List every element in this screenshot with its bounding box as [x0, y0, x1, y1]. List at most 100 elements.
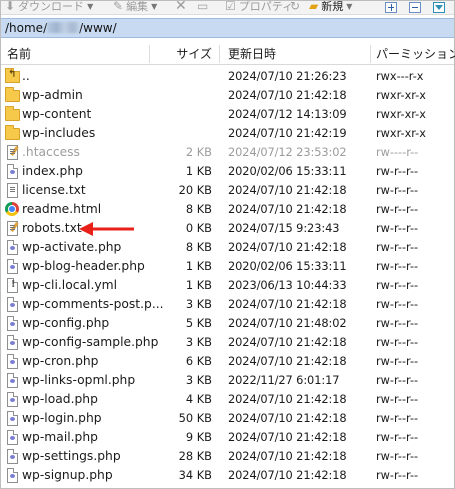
file-permissions: rwxr-xr-x	[376, 127, 426, 140]
file-size: 6 KB	[185, 354, 212, 368]
delete-button[interactable]: ✕	[175, 1, 190, 14]
file-row[interactable]: ..2024/07/10 21:26:23rwx---r-x	[1, 67, 454, 86]
file-size: 20 KB	[178, 183, 212, 197]
column-name[interactable]: 名前	[7, 43, 31, 65]
path-bar[interactable]: /home/ /www/	[1, 18, 454, 38]
file-row[interactable]: wp-cli.local.yml1 KB2023/06/13 10:44:33r…	[1, 276, 454, 295]
download-icon: ⬇	[5, 1, 16, 13]
column-header: 名前 サイズ 更新日時 パーミッション	[1, 43, 455, 65]
php-file-icon	[7, 392, 18, 407]
column-divider[interactable]	[149, 45, 150, 63]
properties-button[interactable]: ☑ プロパティ	[225, 1, 293, 14]
column-size[interactable]: サイズ	[151, 43, 212, 65]
file-size: 28 KB	[178, 449, 212, 463]
file-permissions: rw-r--r--	[376, 317, 419, 330]
file-modified: 2024/07/12 23:53:02	[228, 145, 347, 159]
php-file-icon	[7, 259, 18, 274]
file-permissions: rw-r--r--	[376, 412, 419, 425]
file-row[interactable]: wp-config-sample.php 3 KB 2024/07/10 21:42…	[1, 333, 454, 352]
path-suffix: /www/	[79, 21, 117, 35]
file-row[interactable]: wp-settings.php 28 KB 2024/07/10 21:42:18 r…	[1, 447, 454, 466]
filter-icon[interactable]	[433, 2, 445, 13]
file-row[interactable]: wp-content 2024/07/12 14:13:09 rwxr-xr-x	[1, 105, 454, 124]
file-row[interactable]: readme.html 8 KB 2024/07/10 21:42:18 rw-r--…	[1, 200, 454, 219]
chevron-down-icon: ▼	[151, 1, 158, 11]
generic-file-icon	[7, 278, 18, 293]
file-row[interactable]: license.txt 20 KB 2024/07/10 21:42:18 rw-r-…	[1, 181, 454, 200]
file-modified: 2022/11/27 6:01:17	[228, 373, 340, 387]
file-row[interactable]: wp-admin 2024/07/10 21:42:18 rwxr-xr-x	[1, 86, 454, 105]
file-size: 0 KB	[185, 221, 212, 235]
php-file-icon	[7, 373, 18, 388]
php-file-icon	[7, 411, 18, 426]
file-permissions: rw-r--r--	[376, 355, 419, 368]
delete-icon: ✕	[175, 1, 187, 14]
file-size: 34 KB	[178, 468, 212, 482]
edit-button[interactable]: ✎ 編集 ▼	[113, 1, 158, 14]
file-permissions: rw-r--r--	[376, 165, 419, 178]
file-modified: 2024/07/10 21:26:23	[228, 69, 347, 83]
php-file-icon	[7, 335, 18, 350]
php-file-icon	[7, 297, 18, 312]
file-modified: 2024/07/10 21:42:18	[228, 88, 347, 102]
new-label: 新規	[321, 1, 344, 13]
file-row[interactable]: wp-load.php 4 KB 2024/07/10 21:42:18 rw-r--…	[1, 390, 454, 409]
column-modified[interactable]: 更新日時	[228, 43, 276, 65]
edit-label: 編集	[126, 1, 149, 13]
file-modified: 2020/02/06 15:33:11	[228, 164, 347, 178]
file-modified: 2024/07/10 21:42:18	[228, 430, 347, 444]
text-file-icon	[7, 221, 18, 236]
collapse-icon[interactable]	[409, 2, 421, 13]
file-permissions: rw-r--r--	[376, 222, 419, 235]
file-size: 2 KB	[185, 145, 212, 159]
column-divider[interactable]	[370, 45, 371, 63]
file-row[interactable]: wp-includes 2024/07/10 21:42:19 rwxr-xr-x	[1, 124, 454, 143]
file-row[interactable]: wp-blog-header.php 1 KB 2020/02/06 15:33:1…	[1, 257, 454, 276]
new-folder-icon: ▰	[309, 1, 319, 13]
file-row[interactable]: index.php 1 KB 2020/02/06 15:33:11 rw-r--r-…	[1, 162, 454, 181]
file-permissions: rw-r--r--	[376, 393, 419, 406]
file-size: 1 KB	[185, 278, 212, 292]
file-modified: 2024/07/10 21:42:18	[228, 183, 347, 197]
file-size: 3 KB	[185, 297, 212, 311]
file-row[interactable]: wp-cron.php 6 KB 2024/07/10 21:42:18 rw-r--…	[1, 352, 454, 371]
file-size	[151, 105, 212, 124]
file-permissions: rw-r--r--	[376, 450, 419, 463]
php-file-icon	[7, 468, 18, 483]
file-modified: 2024/07/12 14:13:09	[228, 107, 347, 121]
file-manager-window: ⬇ ダウンロード ▼ ✎ 編集 ▼ ✕ ▭ ☑ プロパティ ↻ ▰ 新規 ▼ /…	[0, 0, 455, 489]
file-modified: 2020/02/06 15:33:11	[228, 259, 347, 273]
file-permissions: rw-r--r--	[376, 279, 419, 292]
file-modified: 2024/07/10 21:42:18	[228, 240, 347, 254]
file-row[interactable]: wp-login.php 50 KB 2024/07/10 21:42:18 rw-r…	[1, 409, 454, 428]
file-permissions: rw-r--r--	[376, 298, 419, 311]
file-row[interactable]: wp-activate.php 8 KB 2024/07/10 21:42:18 rw…	[1, 238, 454, 257]
file-row[interactable]: wp-mail.php 9 KB 2024/07/10 21:42:18 rw-r--…	[1, 428, 454, 447]
file-row[interactable]: wp-comments-post.p... 3 KB 2024/07/10 21:4…	[1, 295, 454, 314]
file-size: 4 KB	[185, 392, 212, 406]
file-permissions: rw----r--	[376, 146, 419, 159]
file-modified: 2024/07/15 9:23:43	[228, 221, 340, 235]
redacted-username	[47, 22, 80, 33]
rename-button[interactable]: ▭	[197, 1, 211, 14]
file-row[interactable]: wp-signup.php 34 KB 2024/07/10 21:42:18 rw-…	[1, 466, 454, 485]
expand-icon[interactable]	[385, 2, 397, 13]
file-modified: 2024/07/10 21:42:18	[228, 468, 347, 482]
file-row[interactable]: robots.txt 0 KB 2024/07/15 9:23:43 rw-r--r-…	[1, 219, 454, 238]
file-permissions: rwxr-xr-x	[376, 108, 426, 121]
refresh-button[interactable]: ↻	[290, 1, 303, 14]
column-permissions[interactable]: パーミッション	[376, 43, 455, 65]
file-row[interactable]: wp-links-opml.php 3 KB 2022/11/27 6:01:17 r…	[1, 371, 454, 390]
php-file-icon	[7, 164, 18, 179]
toolbar: ⬇ ダウンロード ▼ ✎ 編集 ▼ ✕ ▭ ☑ プロパティ ↻ ▰ 新規 ▼	[1, 1, 454, 15]
download-button[interactable]: ⬇ ダウンロード ▼	[5, 1, 93, 14]
file-size: 3 KB	[185, 335, 212, 349]
column-divider[interactable]	[219, 45, 220, 63]
file-modified: 2024/07/10 21:42:18	[228, 297, 347, 311]
file-row[interactable]: wp-config.php 5 KB 2024/07/10 21:48:02 rw-r…	[1, 314, 454, 333]
file-modified: 2024/07/10 21:42:18	[228, 449, 347, 463]
file-permissions: rw-r--r--	[376, 431, 419, 444]
file-row[interactable]: .htaccess 2 KB 2024/07/12 23:53:02 rw----r-…	[1, 143, 454, 162]
new-button[interactable]: ▰ 新規 ▼	[309, 1, 352, 14]
file-permissions: rw-r--r--	[376, 374, 419, 387]
